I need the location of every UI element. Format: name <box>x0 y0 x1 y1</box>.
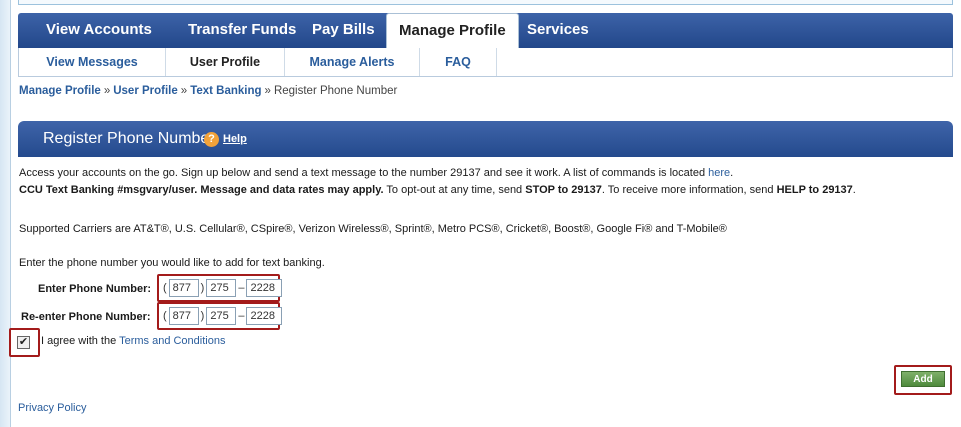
reenter-prefix-input[interactable]: 275 <box>206 307 237 325</box>
subnav-manage-alerts[interactable]: Manage Alerts <box>285 48 420 76</box>
intro-text: Access your accounts on the go. Sign up … <box>19 167 709 179</box>
subnav-faq[interactable]: FAQ <box>420 48 497 76</box>
subnav-user-profile[interactable]: User Profile <box>166 48 285 76</box>
subnav-view-messages[interactable]: View Messages <box>19 48 166 76</box>
reenter-phone-label: Re-enter Phone Number: <box>21 311 151 323</box>
breadcrumb-manage-profile[interactable]: Manage Profile <box>19 85 101 97</box>
commands-here-link[interactable]: here <box>708 167 730 179</box>
intro-period: . <box>730 167 734 179</box>
disclaimer-bold: CCU Text Banking #msgvary/user. Message … <box>19 184 384 196</box>
paren-open: ( <box>163 282 167 294</box>
privacy-policy-link[interactable]: Privacy Policy <box>18 402 86 414</box>
intro-line-1: Access your accounts on the go. Sign up … <box>19 167 733 179</box>
phone-instruction: Enter the phone number you would like to… <box>19 257 325 269</box>
phone-line-input[interactable]: 2228 <box>246 279 283 297</box>
info-text: . To receive more information, send <box>601 184 777 196</box>
breadcrumb: Manage Profile» User Profile» Text Banking… <box>19 85 397 97</box>
help-icon[interactable]: ? <box>204 132 219 147</box>
agree-text: I agree with the Terms and Conditions <box>41 335 225 347</box>
paren-close: ) <box>200 310 205 322</box>
help-link[interactable]: Help <box>223 133 247 145</box>
add-button[interactable]: Add <box>901 371 945 387</box>
tab-view-accounts[interactable]: View Accounts <box>46 13 152 48</box>
paren-close: ) <box>200 282 205 294</box>
left-rail <box>0 0 11 427</box>
breadcrumb-separator: » <box>264 85 271 97</box>
reenter-input-group: ( 877 ) 275 – 2228 <box>161 307 283 325</box>
terms-link[interactable]: Terms and Conditions <box>119 335 225 347</box>
sub-navigation: View Messages User Profile Manage Alerts… <box>18 48 953 77</box>
phone-area-code-input[interactable]: 877 <box>168 279 199 297</box>
breadcrumb-user-profile[interactable]: User Profile <box>113 85 178 97</box>
reenter-line-input[interactable]: 2228 <box>246 307 283 325</box>
agree-label: I agree with the <box>41 335 120 347</box>
supported-carriers: Supported Carriers are AT&T®, U.S. Cellu… <box>19 223 727 235</box>
stop-command: STOP to 29137 <box>525 184 602 196</box>
dash: – <box>238 282 245 294</box>
tab-transfer-funds[interactable]: Transfer Funds <box>188 13 296 48</box>
panel-header: Register Phone Number ? Help <box>18 121 953 157</box>
phone-label: Enter Phone Number: <box>38 283 152 295</box>
panel-title: Register Phone Number <box>43 130 215 147</box>
breadcrumb-current: Register Phone Number <box>273 85 398 97</box>
phone-input-group: ( 877 ) 275 – 2228 <box>161 279 283 297</box>
tab-services[interactable]: Services <box>527 13 589 48</box>
tab-pay-bills[interactable]: Pay Bills <box>312 13 375 48</box>
tab-manage-profile[interactable]: Manage Profile <box>386 13 519 49</box>
top-rule <box>18 0 953 5</box>
intro-line-2: CCU Text Banking #msgvary/user. Message … <box>19 184 856 196</box>
phone-prefix-input[interactable]: 275 <box>206 279 237 297</box>
main-tabs: View Accounts Transfer Funds Pay Bills M… <box>18 13 953 49</box>
breadcrumb-separator: » <box>103 85 111 97</box>
agree-checkbox[interactable]: ✔ <box>17 336 30 349</box>
help-command: HELP to 29137 <box>776 184 853 196</box>
optout-text: To opt-out at any time, send <box>383 184 526 196</box>
info-period: . <box>852 184 856 196</box>
paren-open: ( <box>163 310 167 322</box>
dash: – <box>238 310 245 322</box>
reenter-area-code-input[interactable]: 877 <box>168 307 199 325</box>
breadcrumb-separator: » <box>180 85 188 97</box>
breadcrumb-text-banking[interactable]: Text Banking <box>190 85 261 97</box>
